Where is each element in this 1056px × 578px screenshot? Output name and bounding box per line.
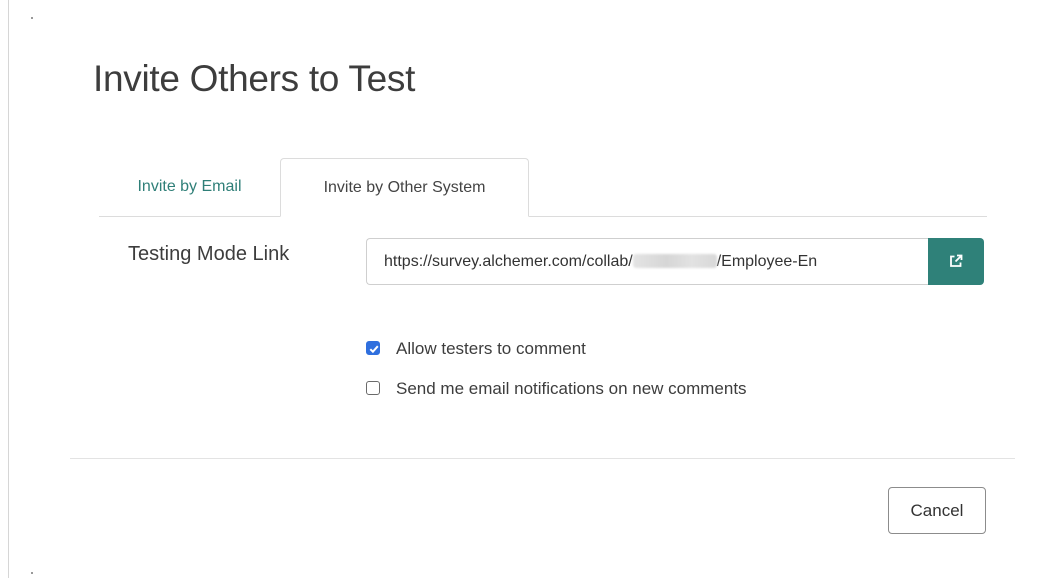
artifact-dot	[31, 572, 33, 574]
tab-bar: Invite by Email Invite by Other System	[99, 158, 987, 217]
email-notifications-label[interactable]: Send me email notifications on new comme…	[396, 378, 747, 400]
window-edge	[8, 0, 9, 578]
external-link-icon	[950, 254, 963, 267]
testing-link-field[interactable]: https://survey.alchemer.com/collab/ /Empl…	[366, 238, 928, 285]
allow-testers-comment-checkbox[interactable]	[366, 341, 380, 355]
tab-invite-by-email[interactable]: Invite by Email	[99, 158, 280, 216]
link-suffix: /Employee-En	[716, 253, 818, 270]
dialog-title: Invite Others to Test	[93, 58, 416, 99]
open-link-button[interactable]	[928, 238, 984, 285]
cancel-button[interactable]: Cancel	[888, 487, 986, 534]
testing-mode-link-label: Testing Mode Link	[128, 243, 290, 265]
artifact-dot	[31, 17, 33, 19]
email-notifications-checkbox[interactable]	[366, 381, 380, 395]
footer-divider	[70, 458, 1015, 459]
tab-invite-by-other-system[interactable]: Invite by Other System	[280, 158, 529, 217]
testing-link-group: https://survey.alchemer.com/collab/ /Empl…	[366, 238, 984, 285]
allow-testers-comment-label[interactable]: Allow testers to comment	[396, 338, 586, 360]
link-prefix: https://survey.alchemer.com/collab/	[384, 253, 633, 270]
redacted-id	[632, 254, 717, 268]
modal-dialog: Invite Others to Test Invite by Email In…	[0, 0, 1056, 578]
checkmark-icon	[369, 345, 379, 354]
